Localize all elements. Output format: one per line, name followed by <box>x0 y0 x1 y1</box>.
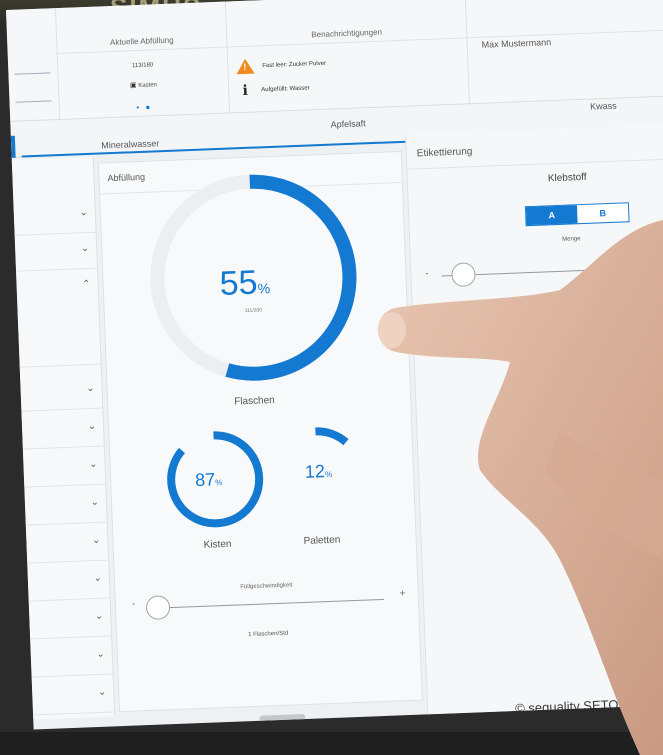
main-gauge-number: 55 <box>218 263 259 303</box>
fill-panel: Abfüllung 55% 111/200 Flaschen 87% Kiste… <box>97 150 423 713</box>
chevron-down-icon: ⌄ <box>90 496 100 509</box>
notifications-title: Benachrichtigungen <box>311 27 383 40</box>
notifications-column: Benachrichtigungen ! Fast leer: Zucker P… <box>225 0 470 114</box>
pallets-gauge-value: 12% <box>305 461 333 483</box>
accordion-row-expanded[interactable]: ⌃ <box>16 268 102 368</box>
hmi-screen: Aktuelle Abfüllung 113/180 ▣ Kasten • ● … <box>6 0 663 730</box>
bottom-handle[interactable] <box>259 714 306 722</box>
crates-gauge-label: Kisten <box>203 538 232 551</box>
warning-icon: ! <box>236 58 255 75</box>
chevron-down-icon: ⌄ <box>93 572 103 585</box>
speed-value: 1 Flaschen/Std <box>248 630 289 639</box>
accordion-row[interactable]: ⌄ <box>13 196 97 236</box>
crates-gauge-unit: % <box>215 478 223 488</box>
main-gauge-unit: % <box>257 280 271 297</box>
glue-option-a[interactable]: A <box>525 205 578 226</box>
amount-slider-knob[interactable] <box>451 262 476 288</box>
accordion-row[interactable]: ⌄ <box>27 562 111 602</box>
chevron-down-icon: ⌄ <box>79 207 89 219</box>
accordion-row[interactable]: ⌄ <box>31 676 116 716</box>
accordion-row[interactable]: ⌄ <box>20 372 104 412</box>
glue-title: Klebstoff <box>547 171 587 185</box>
tab-apfelsaft[interactable]: Apfelsaft <box>330 118 365 129</box>
amount-slider-label: Menge <box>562 236 581 243</box>
speed-slider-knob[interactable] <box>145 595 171 621</box>
device-bezel-bottom <box>0 732 663 755</box>
main-gauge-label: Flaschen <box>234 394 275 408</box>
header-left-column <box>6 8 61 122</box>
notification-text: Fast leer: Zucker Pulver <box>262 60 327 69</box>
labelling-panel: Etikettierung Klebstoff A B Menge - 0 % <box>405 123 663 715</box>
pallets-gauge-arc <box>315 427 349 446</box>
info-icon: i <box>242 82 249 99</box>
current-fill-column: Aktuelle Abfüllung 113/180 ▣ Kasten • ● <box>55 1 231 120</box>
speed-increase-button[interactable]: + <box>399 588 405 599</box>
tab-mineralwasser[interactable]: Mineralwasser <box>101 138 159 150</box>
current-fill-unit: ▣ Kasten <box>59 78 228 92</box>
accordion-row[interactable]: ⌄ <box>22 448 107 488</box>
chevron-down-icon: ⌄ <box>87 420 97 433</box>
left-accordion-list: ⌄ ⌄ ⌃ ⌄ ⌄ ⌄ ⌄ ⌄ ⌄ ⌄ ⌄ ⌄ <box>11 156 116 720</box>
left-slider-line <box>15 100 52 103</box>
chevron-down-icon: ⌄ <box>91 534 101 547</box>
page-indicator-dots[interactable]: • ● <box>60 100 229 115</box>
pallets-gauge-unit: % <box>324 469 333 480</box>
accordion-row[interactable]: ⌄ <box>25 524 110 564</box>
panel-divider <box>407 157 663 170</box>
glue-segmented-control: A B <box>524 202 630 227</box>
accordion-row[interactable]: ⌄ <box>21 410 105 450</box>
current-fill-unit-text: Kasten <box>138 82 158 89</box>
amount-value: 0 % <box>580 291 591 299</box>
pallets-gauge-label: Paletten <box>303 534 341 547</box>
user-name[interactable]: Max Mustermann <box>481 37 551 50</box>
header-divider <box>467 28 663 39</box>
chevron-down-icon: ⌄ <box>85 382 95 395</box>
notification-item[interactable]: i Aufgefüllt: Wasser <box>237 80 310 99</box>
accordion-row[interactable]: ⌄ <box>28 600 113 640</box>
pallets-gauge-number: 12 <box>304 461 326 482</box>
main-gauge-value: 55% <box>219 263 271 304</box>
amount-decrease-button[interactable]: - <box>425 268 428 278</box>
crate-icon: ▣ <box>129 82 137 90</box>
speed-decrease-button[interactable]: - <box>132 598 136 609</box>
gauges-canvas <box>150 174 357 528</box>
current-fill-count: 113/180 <box>132 62 154 70</box>
notification-item[interactable]: ! Fast leer: Zucker Pulver <box>236 56 327 75</box>
user-column: Max Mustermann <box>466 0 663 104</box>
tab-kwass[interactable]: Kwass <box>590 101 617 112</box>
chevron-down-icon: ⌄ <box>80 242 90 255</box>
chevron-down-icon: ⌄ <box>96 648 106 661</box>
chevron-up-icon: ⌃ <box>82 278 91 291</box>
notification-text: Aufgefüllt: Wasser <box>261 85 310 94</box>
labelling-panel-title: Etikettierung <box>416 146 473 160</box>
accordion-row[interactable]: ⌄ <box>30 638 114 678</box>
crates-gauge-value: 87% <box>195 469 223 491</box>
left-slider-line <box>14 72 51 75</box>
speed-slider-track[interactable] <box>156 598 384 609</box>
chevron-down-icon: ⌄ <box>94 610 104 623</box>
glue-option-b[interactable]: B <box>577 203 629 223</box>
accordion-row[interactable]: ⌄ <box>24 486 108 526</box>
main-gauge-sub: 111/200 <box>244 307 263 315</box>
chevron-down-icon: ⌄ <box>97 686 107 698</box>
chevron-down-icon: ⌄ <box>88 458 98 471</box>
crates-gauge-number: 87 <box>194 469 216 491</box>
accordion-row[interactable]: ⌄ <box>14 232 98 272</box>
active-tab-marker <box>10 135 16 158</box>
